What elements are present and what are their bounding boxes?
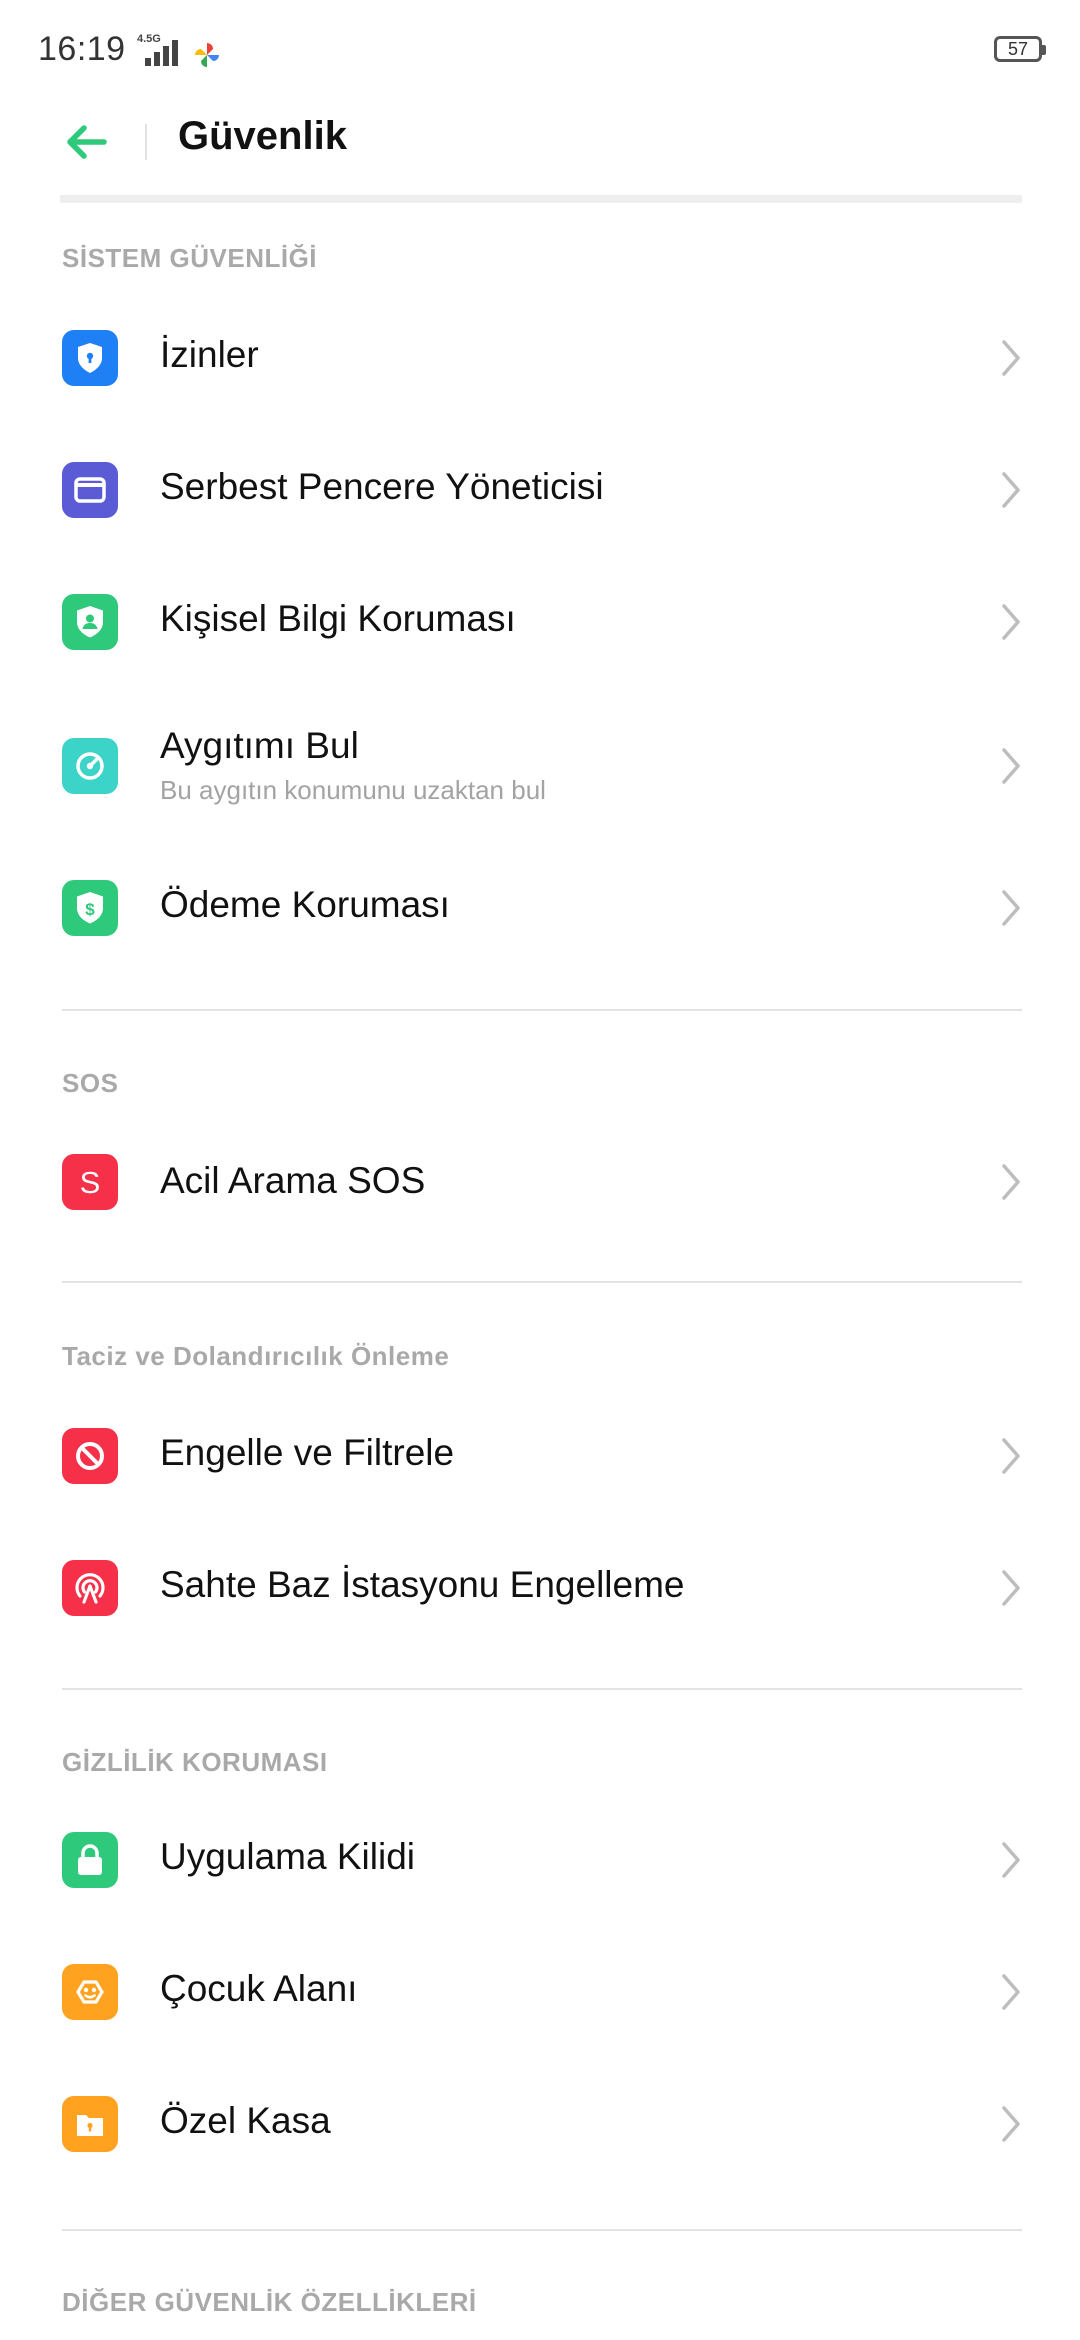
section-header-system-security: SİSTEM GÜVENLİĞİ	[62, 243, 318, 273]
row-block-and-filter[interactable]: Engelle ve Filtrele	[0, 1390, 1080, 1522]
row-app-lock[interactable]: Uygulama Kilidi	[0, 1794, 1080, 1926]
photos-notification-icon	[195, 43, 219, 67]
row-label: Engelle ve Filtrele	[160, 1432, 455, 1473]
chevron-right-icon	[1002, 472, 1020, 508]
row-floating-window-manager[interactable]: Serbest Pencere Yöneticisi	[0, 424, 1080, 556]
row-label: Çocuk Alanı	[160, 1968, 358, 2009]
header-separator	[60, 195, 1022, 203]
row-kids-space[interactable]: Çocuk Alanı	[0, 1926, 1080, 2058]
row-label: Ödeme Koruması	[160, 884, 450, 925]
app-lock-icon	[62, 1832, 118, 1888]
back-arrow-icon[interactable]	[60, 112, 120, 172]
status-time: 16:19	[38, 30, 126, 68]
chevron-right-icon	[1002, 1842, 1020, 1878]
row-find-my-device[interactable]: Aygıtımı Bul Bu aygıtın konumunu uzaktan…	[0, 688, 1080, 842]
row-sublabel: Bu aygıtın konumunu uzaktan bul	[160, 775, 546, 805]
chevron-right-icon	[1002, 1974, 1020, 2010]
row-label: Serbest Pencere Yöneticisi	[160, 466, 604, 507]
chevron-right-icon	[1002, 748, 1020, 784]
section-divider	[62, 1009, 1022, 1011]
chevron-right-icon	[1002, 1164, 1020, 1200]
chevron-right-icon	[1002, 604, 1020, 640]
battery-level: 57	[1007, 39, 1029, 59]
sos-icon: S	[62, 1154, 118, 1210]
header-divider	[145, 124, 147, 160]
private-safe-icon	[62, 2096, 118, 2152]
row-private-safe[interactable]: Özel Kasa	[0, 2058, 1080, 2190]
floating-window-icon	[62, 462, 118, 518]
section-header-other-security-features: DİĞER GÜVENLİK ÖZELLİKLERİ	[62, 2287, 477, 2317]
section-header-privacy-protection: GİZLİLİK KORUMASI	[62, 1747, 328, 1777]
row-permissions[interactable]: İzinler	[0, 292, 1080, 424]
chevron-right-icon	[1002, 1438, 1020, 1474]
svg-text:S: S	[80, 1165, 101, 1200]
permissions-shield-icon	[62, 330, 118, 386]
chevron-right-icon	[1002, 340, 1020, 376]
section-divider	[62, 1281, 1022, 1283]
row-label: Özel Kasa	[160, 2100, 331, 2141]
kids-space-icon	[62, 1964, 118, 2020]
row-label: Acil Arama SOS	[160, 1160, 426, 1201]
status-bar: 16:19 4.5G 57	[0, 0, 1080, 105]
row-label: Uygulama Kilidi	[160, 1836, 415, 1877]
chevron-right-icon	[1002, 2106, 1020, 2142]
row-fake-base-station-blocking[interactable]: Sahte Baz İstasyonu Engelleme	[0, 1522, 1080, 1654]
row-emergency-sos[interactable]: S Acil Arama SOS	[0, 1114, 1080, 1246]
section-header-harassment-fraud-prevention: Taciz ve Dolandırıcılık Önleme	[62, 1341, 450, 1371]
section-header-sos: SOS	[62, 1068, 119, 1098]
svg-text:$: $	[85, 900, 95, 919]
row-label: Aygıtımı Bul	[160, 725, 359, 766]
chevron-right-icon	[1002, 890, 1020, 926]
section-divider	[62, 2229, 1022, 2231]
row-label: Kişisel Bilgi Koruması	[160, 598, 516, 639]
row-payment-protection[interactable]: $ Ödeme Koruması	[0, 842, 1080, 974]
battery-icon: 57	[994, 36, 1046, 62]
block-filter-icon	[62, 1428, 118, 1484]
payment-shield-icon: $	[62, 880, 118, 936]
row-label: İzinler	[160, 334, 259, 375]
personal-info-shield-icon	[62, 594, 118, 650]
section-divider	[62, 1688, 1022, 1690]
row-personal-info-protection[interactable]: Kişisel Bilgi Koruması	[0, 556, 1080, 688]
row-label: Sahte Baz İstasyonu Engelleme	[160, 1564, 685, 1605]
chevron-right-icon	[1002, 1570, 1020, 1606]
signal-strength-icon	[145, 40, 178, 66]
find-device-icon	[62, 738, 118, 794]
fake-station-icon	[62, 1560, 118, 1616]
page-title: Güvenlik	[178, 114, 347, 158]
